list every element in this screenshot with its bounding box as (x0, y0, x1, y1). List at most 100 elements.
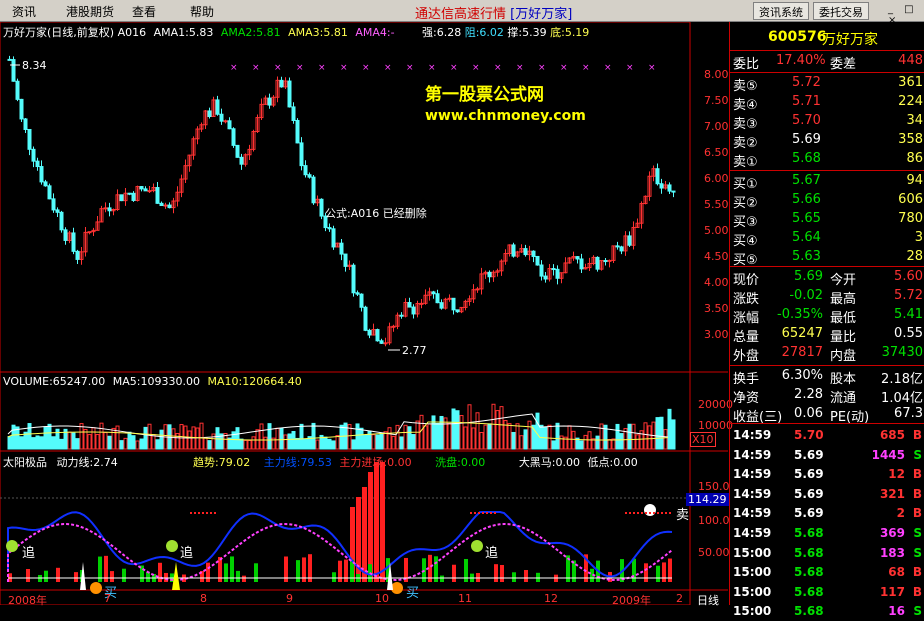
volume-bar (215, 427, 220, 450)
signal-dot (471, 540, 483, 552)
volume-bar (383, 431, 388, 450)
menu-futures[interactable]: 港股期货 (66, 3, 114, 20)
tick-price: 5.68 (794, 526, 824, 540)
menu-help[interactable]: 帮助 (190, 3, 214, 20)
trade-button[interactable]: 委托交易 (813, 2, 869, 20)
sell-level-label: 卖③ (733, 117, 758, 132)
indicator-current-tag: 114.29 (686, 493, 729, 506)
volume-bar (59, 438, 64, 450)
tick-row: 14:59 5.68 369 S (730, 524, 924, 543)
kline-chart[interactable]: × × × × × × × × × × × × × × × × × × × × (0, 22, 728, 605)
tick-time: 14:59 (733, 467, 772, 482)
watermark-url: www.chnmoney.com (425, 108, 586, 124)
candle-body (103, 207, 108, 210)
volume-bar (79, 423, 84, 450)
candle-body (327, 227, 332, 230)
candle-body (155, 187, 160, 204)
candle-body (7, 58, 12, 61)
chart-area[interactable]: × × × × × × × × × × × × × × × × × × × × 万好万家(日线,前复权) A016 A… (0, 22, 733, 608)
tick-price: 5.68 (794, 565, 824, 580)
volume-bar (95, 434, 100, 450)
stat-value: 5.41 (894, 307, 923, 322)
volume-bar (255, 429, 260, 450)
menu-view[interactable]: 查看 (132, 3, 156, 20)
signal-x-mark: × (230, 63, 238, 73)
signal-x-mark: × (560, 63, 568, 73)
info-system-button[interactable]: 资讯系统 (753, 2, 809, 20)
indicator-bar (206, 562, 210, 582)
signal-x-mark: × (296, 63, 304, 73)
ind-axis-150: 150.0 (698, 480, 730, 493)
price-axis-label: 6.00 (704, 172, 729, 185)
indicator-bar (296, 560, 300, 582)
fund-label: 股本 (830, 372, 857, 387)
volume-bar (579, 440, 584, 450)
volume-bar (359, 427, 364, 450)
fund-row: 换手 6.30% 股本 2.18亿 (730, 367, 924, 387)
candle-body (615, 245, 620, 248)
signal-x-mark: × (274, 63, 282, 73)
indicator-bar (56, 567, 60, 582)
price-axis-label: 7.50 (704, 94, 729, 107)
ind-axis-100: 100.0 (698, 514, 730, 527)
candle-body (511, 244, 516, 257)
stat-label: 总量 (733, 330, 760, 345)
tick-row: 14:59 5.69 12 B (730, 465, 924, 484)
volume-bar (239, 438, 244, 450)
candle-body (311, 176, 316, 204)
volume-bar (247, 439, 252, 450)
weibi-row: 委比 17.40% 委差 448 (733, 53, 923, 72)
volume-bar (659, 416, 664, 450)
volume-bar (447, 423, 452, 450)
price-axis-label: 5.00 (704, 224, 729, 237)
candle-body (235, 144, 240, 158)
indicator-bar (44, 570, 48, 582)
candle-body (659, 183, 664, 189)
tick-row: 14:59 5.69 2 B (730, 504, 924, 523)
indicator-bar (464, 558, 468, 582)
fund-value: 1.04亿 (881, 391, 923, 406)
volume-bar (667, 408, 672, 450)
candle-body (163, 204, 168, 207)
candle-body (319, 198, 324, 217)
time-axis-label: 2 (676, 592, 683, 605)
volume-bar (111, 427, 116, 450)
indicator-bar (452, 564, 456, 582)
sell-level-volume: 358 (898, 132, 923, 147)
stat-row: 涨跌 -0.02 最高 5.72 (730, 287, 924, 307)
sell-level-2: 卖② 5.69 358 (730, 131, 924, 151)
volume-bar (151, 434, 156, 450)
fund-value: 2.18亿 (881, 372, 923, 387)
period-mode[interactable]: 日线 (697, 592, 719, 608)
stat-label: 涨跌 (733, 292, 760, 307)
signal-dot (6, 540, 18, 552)
tick-row: 15:00 5.68 117 B (730, 583, 924, 602)
candle-body (167, 204, 172, 209)
candle-body (223, 120, 228, 123)
buy-level-price: 5.65 (792, 211, 821, 226)
indicator-bar (146, 571, 150, 582)
volume-bar (363, 434, 368, 450)
volume-bar (475, 412, 480, 450)
menu-info[interactable]: 资讯 (12, 3, 36, 20)
sell-level-volume: 86 (906, 151, 923, 166)
tick-volume: 68 (888, 565, 905, 580)
sell-level-volume: 361 (898, 75, 923, 90)
volume-bar (143, 426, 148, 450)
volume-bar (171, 428, 176, 450)
buy-level-price: 5.63 (792, 249, 821, 264)
candle-body (23, 118, 28, 130)
sell-level-price: 5.71 (792, 94, 821, 109)
volume-bar (35, 435, 40, 450)
candle-body (127, 192, 132, 195)
candle-body (595, 256, 600, 270)
fund-row: 净资 2.28 流通 1.04亿 (730, 386, 924, 406)
volume-bar (263, 436, 268, 450)
candle-body (19, 98, 24, 120)
volume-bar (547, 424, 552, 450)
signal-x-mark: × (472, 63, 480, 73)
buy-level-4: 买④ 5.64 3 (730, 229, 924, 249)
volume-bar (107, 435, 112, 450)
candle-body (627, 235, 632, 246)
stat-label: 最低 (830, 311, 857, 326)
